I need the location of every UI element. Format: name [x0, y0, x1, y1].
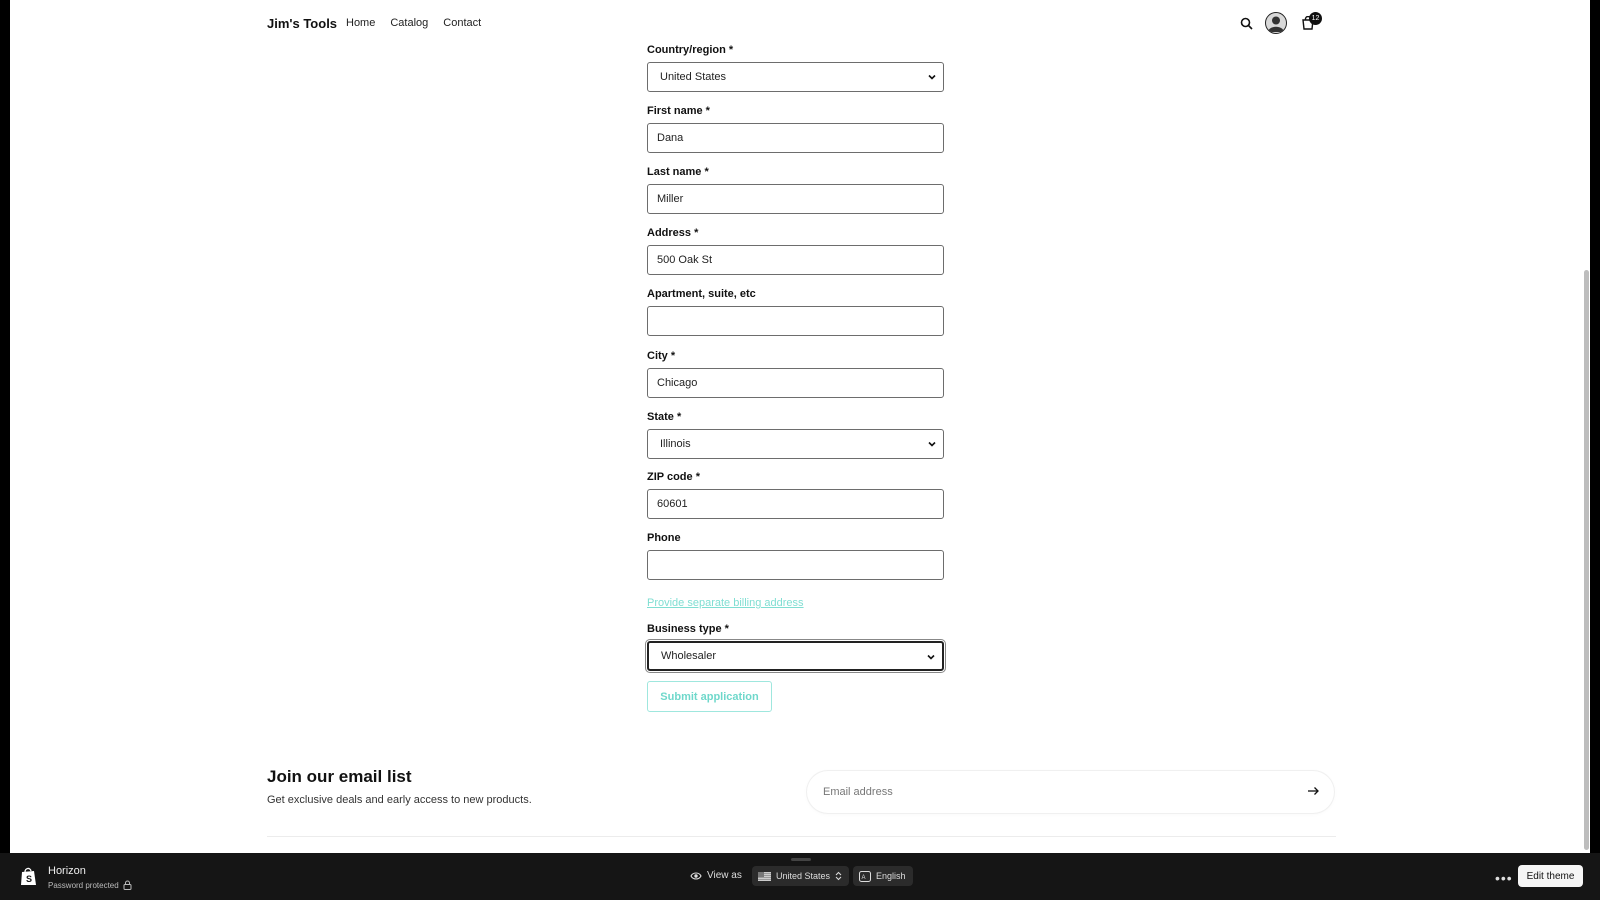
store-logo[interactable]: Jim's Tools: [267, 16, 337, 31]
country-selector-value: United States: [776, 871, 831, 881]
zip-input[interactable]: 60601: [647, 489, 944, 519]
site-header: Jim's Tools Home Catalog Contact 12: [10, 0, 1590, 46]
svg-text:S: S: [26, 874, 32, 884]
chevron-down-icon: [928, 74, 936, 80]
theme-name: Horizon: [48, 865, 86, 877]
main-nav: Home Catalog Contact: [346, 17, 481, 29]
translate-icon: A: [859, 870, 871, 882]
phone-input[interactable]: [647, 550, 944, 580]
language-selector[interactable]: A English: [853, 866, 913, 886]
field-phone: Phone: [647, 532, 945, 580]
chevron-down-icon: [927, 654, 935, 660]
shopify-bag-icon[interactable]: S: [20, 867, 37, 891]
field-country: Country/region * United States: [647, 44, 945, 92]
field-zip: ZIP code * 60601: [647, 471, 945, 519]
field-label: Last name *: [647, 166, 709, 178]
separate-billing-link[interactable]: Provide separate billing address: [647, 597, 804, 609]
field-label: Business type *: [647, 623, 729, 635]
eye-icon: [690, 871, 702, 880]
field-label: ZIP code *: [647, 471, 700, 483]
apartment-input[interactable]: [647, 306, 944, 336]
newsletter-email-input[interactable]: Email address: [807, 771, 1334, 813]
newsletter-title: Join our email list: [267, 767, 412, 786]
nav-contact[interactable]: Contact: [443, 17, 481, 29]
field-label: Phone: [647, 532, 681, 544]
field-label: Country/region *: [647, 44, 734, 56]
theme-preview-bar: S Horizon Password protected View as Uni…: [0, 853, 1600, 900]
field-label: Address *: [647, 227, 699, 239]
field-apartment: Apartment, suite, etc: [647, 288, 945, 336]
nav-catalog[interactable]: Catalog: [390, 17, 428, 29]
select-value: United States: [660, 71, 727, 83]
country-select[interactable]: United States: [647, 62, 944, 92]
field-label: First name *: [647, 105, 710, 117]
password-status: Password protected: [48, 880, 132, 890]
cart-count-badge: 12: [1309, 12, 1322, 25]
business-type-select[interactable]: Wholesaler: [645, 639, 946, 673]
first-name-input[interactable]: Dana: [647, 123, 944, 153]
chevron-updown-icon: [835, 871, 842, 881]
email-placeholder: Email address: [823, 786, 893, 798]
field-last-name: Last name * Miller: [647, 166, 945, 214]
field-label: State *: [647, 411, 682, 423]
account-avatar-icon[interactable]: [1265, 12, 1287, 34]
submit-application-button[interactable]: Submit application: [647, 681, 772, 712]
field-address: Address * 500 Oak St: [647, 227, 945, 275]
password-status-text: Password protected: [48, 880, 119, 890]
chevron-down-icon: [928, 441, 936, 447]
more-options-icon[interactable]: •••: [1495, 870, 1513, 886]
us-flag-icon: [758, 871, 771, 881]
storefront-page: Jim's Tools Home Catalog Contact 12 Coun…: [10, 0, 1590, 900]
lock-icon: [123, 880, 132, 890]
nav-home[interactable]: Home: [346, 17, 375, 29]
svg-text:A: A: [862, 875, 866, 881]
country-selector[interactable]: United States: [752, 866, 849, 886]
field-label: City *: [647, 350, 676, 362]
language-selector-value: English: [876, 871, 906, 881]
last-name-input[interactable]: Miller: [647, 184, 944, 214]
field-state: State * Illinois: [647, 411, 945, 459]
search-icon[interactable]: [1235, 12, 1257, 34]
field-city: City * Chicago: [647, 350, 945, 398]
view-as-text: View as: [707, 870, 742, 881]
view-as-label: View as: [690, 870, 742, 881]
page-scrollbar[interactable]: [1584, 270, 1589, 850]
select-value: Wholesaler: [661, 650, 717, 662]
field-business-type: Business type * Wholesaler: [645, 623, 946, 673]
footer-divider: [267, 836, 1336, 837]
address-input[interactable]: 500 Oak St: [647, 245, 944, 275]
edit-theme-button[interactable]: Edit theme: [1518, 865, 1583, 887]
arrow-right-icon[interactable]: [1306, 784, 1320, 798]
newsletter-subtitle: Get exclusive deals and early access to …: [267, 794, 532, 806]
field-label: Apartment, suite, etc: [647, 288, 756, 300]
select-value: Illinois: [660, 438, 691, 450]
window-edge: [0, 0, 10, 900]
city-input[interactable]: Chicago: [647, 368, 944, 398]
state-select[interactable]: Illinois: [647, 429, 944, 459]
drag-handle[interactable]: [791, 858, 811, 861]
field-first-name: First name * Dana: [647, 105, 945, 153]
